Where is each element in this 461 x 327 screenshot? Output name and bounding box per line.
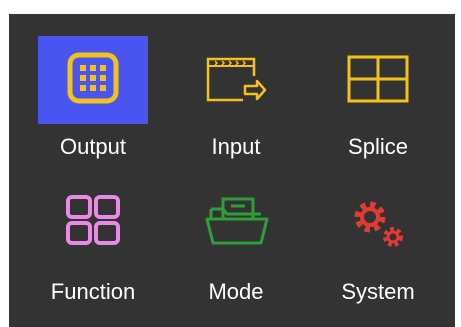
output-grid-icon (38, 36, 148, 124)
menu-label-splice: Splice (348, 134, 408, 159)
menu-item-function[interactable] (38, 176, 148, 264)
menu-item-splice[interactable] (323, 36, 433, 124)
menu-label-system: System (341, 279, 415, 304)
input-arrow-icon (181, 36, 291, 124)
function-squares-icon (38, 176, 148, 264)
menu-item-system[interactable] (323, 176, 433, 264)
menu-label-output: Output (59, 134, 127, 159)
menu-item-mode[interactable] (181, 176, 291, 264)
system-gears-icon (323, 176, 433, 264)
menu-label-mode: Mode (208, 279, 264, 304)
menu-item-output[interactable] (38, 36, 148, 124)
mode-folder-icon (181, 176, 291, 264)
menu-label-input: Input (211, 134, 261, 159)
menu-item-input[interactable] (181, 36, 291, 124)
main-menu-screen: Output Input Splice Function Mode System (9, 14, 455, 327)
menu-label-function: Function (50, 279, 136, 304)
splice-grid-icon (323, 36, 433, 124)
